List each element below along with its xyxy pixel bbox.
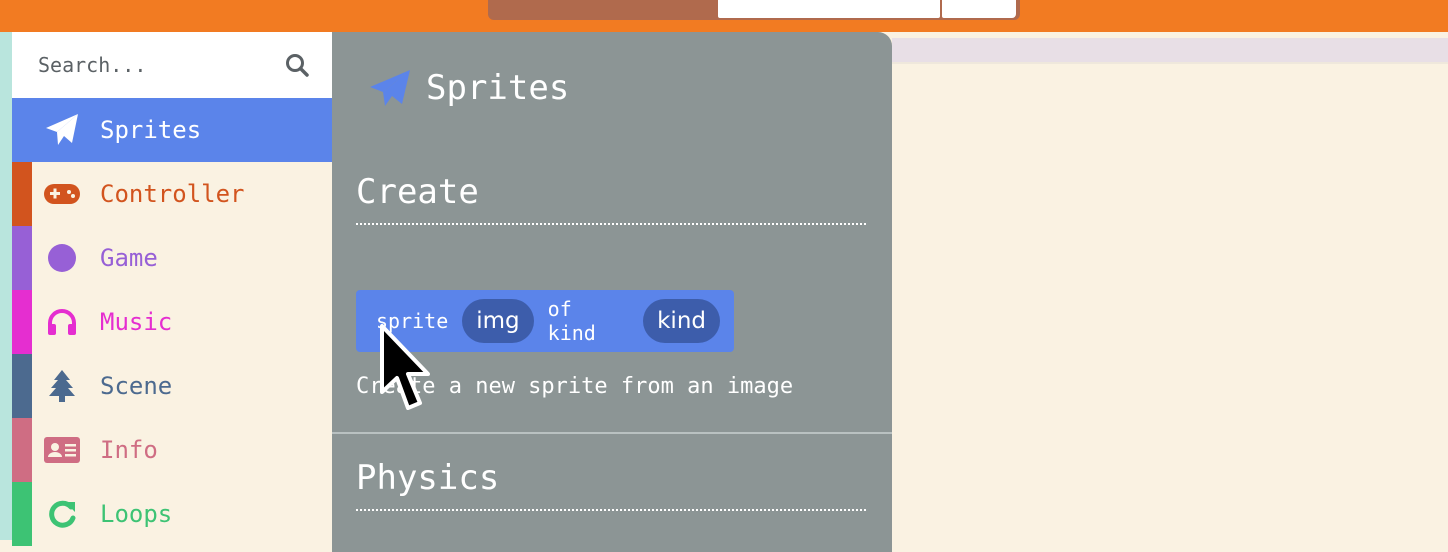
workspace-highlight-line xyxy=(892,38,1448,62)
category-music[interactable]: Music xyxy=(12,290,332,354)
tree-icon xyxy=(42,370,82,402)
category-label: Scene xyxy=(100,372,173,400)
category-color-bar xyxy=(12,418,32,482)
search-input[interactable] xyxy=(38,50,268,80)
category-label: Controller xyxy=(100,180,245,208)
category-label: Sprites xyxy=(100,116,202,144)
img-parameter[interactable]: img xyxy=(462,299,534,343)
mouse-pointer-icon xyxy=(380,324,430,410)
category-color-bar xyxy=(12,482,32,546)
paper-plane-icon xyxy=(370,70,410,106)
kind-parameter[interactable]: kind xyxy=(643,299,720,343)
search-icon[interactable] xyxy=(284,52,310,78)
sprites-flyout: Sprites Create sprite img of kind kind C… xyxy=(332,32,892,552)
refresh-icon xyxy=(42,498,82,530)
category-loops[interactable]: Loops xyxy=(12,482,332,546)
gamepad-icon xyxy=(42,178,82,210)
category-scene[interactable]: Scene xyxy=(12,354,332,418)
category-game[interactable]: Game xyxy=(12,226,332,290)
section-heading-physics: Physics xyxy=(356,458,500,498)
save-button[interactable] xyxy=(942,0,1016,18)
category-color-bar xyxy=(12,354,32,418)
section-divider xyxy=(356,223,866,225)
workspace-divider xyxy=(892,62,1448,64)
paper-plane-icon xyxy=(42,114,82,146)
category-color-bar xyxy=(12,226,32,290)
category-sprites[interactable]: Sprites xyxy=(12,98,332,162)
editor-toggle xyxy=(488,0,1020,20)
headphones-icon xyxy=(42,306,82,338)
category-label: Info xyxy=(100,436,158,464)
category-color-bar xyxy=(12,162,32,226)
left-edge-strip xyxy=(0,32,12,540)
block-text: of kind xyxy=(547,297,596,345)
flyout-title: Sprites xyxy=(426,68,570,108)
circle-icon xyxy=(42,242,82,274)
toolbox: Sprites Controller Game xyxy=(12,32,332,546)
category-label: Loops xyxy=(100,500,173,528)
section-divider xyxy=(356,509,866,511)
category-label: Music xyxy=(100,308,173,336)
category-info[interactable]: Info xyxy=(12,418,332,482)
top-bar xyxy=(0,0,1448,32)
category-controller[interactable]: Controller xyxy=(12,162,332,226)
category-label: Game xyxy=(100,244,158,272)
category-color-bar xyxy=(12,290,32,354)
id-card-icon xyxy=(42,434,82,466)
section-separator xyxy=(332,432,892,434)
project-name-field[interactable] xyxy=(718,0,940,18)
search-box xyxy=(12,32,332,98)
section-heading-create: Create xyxy=(356,172,479,212)
